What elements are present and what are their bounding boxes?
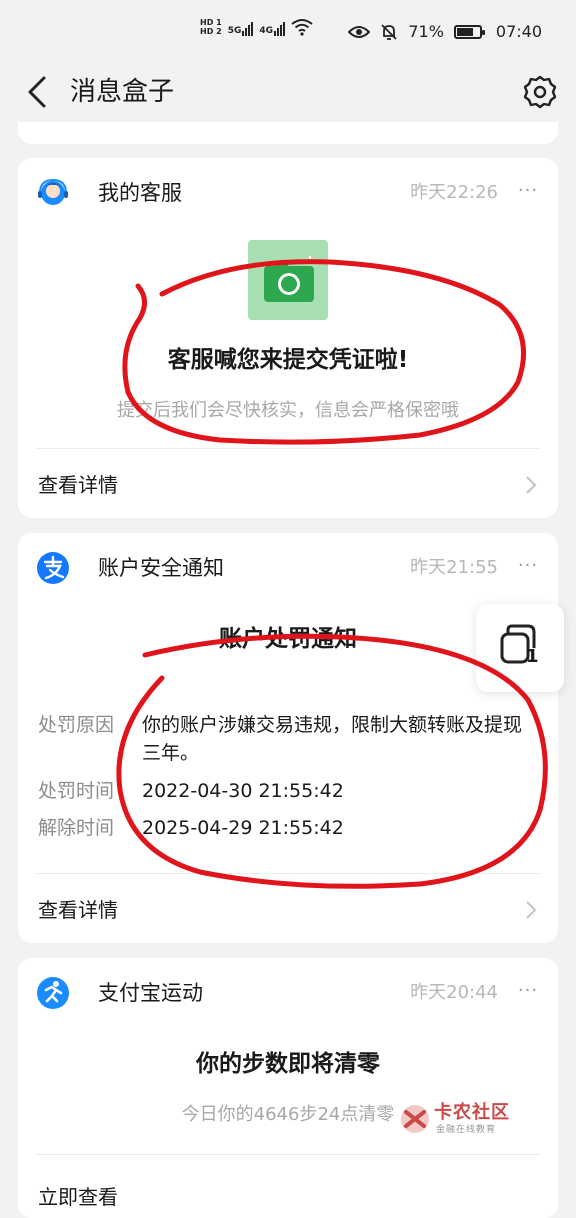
hd1-label: HD 1 bbox=[200, 18, 222, 27]
alipay-sports-card[interactable]: 支付宝运动 昨天20:44 ··· 你的步数即将清零 今日你的4646步24点清… bbox=[18, 958, 558, 1218]
penalty-reason-row: 处罚原因 你的账户涉嫌交易违规，限制大额转账及提现三年。 bbox=[38, 711, 538, 771]
divider bbox=[36, 1154, 540, 1155]
back-icon[interactable] bbox=[24, 74, 54, 110]
watermark-title: 卡农社区 bbox=[434, 1102, 510, 1123]
chevron-right-icon bbox=[526, 476, 537, 494]
battery-icon bbox=[453, 24, 485, 39]
net2-label: 4G bbox=[259, 26, 273, 36]
card-time: 昨天21:55 bbox=[410, 557, 498, 578]
more-icon[interactable]: ··· bbox=[516, 551, 540, 585]
customer-service-icon bbox=[38, 178, 68, 205]
view-details-label: 查看详情 bbox=[38, 898, 118, 922]
card-app-name: 账户安全通知 bbox=[98, 556, 224, 580]
row-key: 解除时间 bbox=[38, 817, 115, 839]
floating-window-button[interactable]: 1 bbox=[476, 604, 564, 692]
penalty-time-row: 处罚时间 2022-04-30 21:55:42 bbox=[38, 777, 538, 807]
watermark-logo-icon bbox=[401, 1105, 429, 1133]
alipay-icon bbox=[37, 552, 69, 584]
view-now-button[interactable]: 立即查看 bbox=[18, 1162, 558, 1218]
camera-icon bbox=[248, 240, 328, 320]
card-header: 我的客服 昨天22:26 ··· bbox=[36, 176, 540, 210]
row-value: 2022-04-30 21:55:42 bbox=[142, 780, 344, 802]
customer-service-card[interactable]: 我的客服 昨天22:26 ··· 客服喊您来提交凭证啦! 提交后我们会尽快核实，… bbox=[18, 158, 558, 518]
watermark-subtitle: 金融在线教育 bbox=[436, 1125, 497, 1135]
wifi-icon bbox=[291, 19, 313, 36]
sim-indicators: HD 1 HD 2 5G 4G bbox=[200, 18, 313, 36]
more-icon[interactable]: ··· bbox=[516, 176, 540, 210]
hd-indicator: HD 1 HD 2 bbox=[200, 18, 222, 36]
row-value: 你的账户涉嫌交易违规，限制大额转账及提现三年。 bbox=[142, 714, 523, 764]
card-title: 你的步数即将清零 bbox=[196, 1051, 380, 1077]
hd2-label: HD 2 bbox=[200, 27, 222, 36]
account-security-card[interactable]: 账户安全通知 昨天21:55 ··· 账户处罚通知 处罚原因 你的账户涉嫌交易违… bbox=[18, 533, 558, 943]
card-app-name: 支付宝运动 bbox=[98, 981, 203, 1005]
signal-5g-icon: 5G bbox=[228, 18, 254, 36]
status-right: 71% 07:40 bbox=[348, 22, 542, 41]
view-now-label: 立即查看 bbox=[38, 1185, 118, 1209]
battery-percent: 71% bbox=[408, 22, 444, 41]
view-details-button[interactable]: 查看详情 bbox=[18, 875, 558, 943]
window-count: 1 bbox=[526, 646, 539, 667]
card-time: 昨天22:26 bbox=[410, 182, 498, 203]
card-app-name: 我的客服 bbox=[98, 181, 182, 205]
chevron-right-icon bbox=[526, 901, 537, 919]
card-title: 客服喊您来提交凭证啦! bbox=[167, 347, 409, 373]
eye-icon bbox=[348, 25, 371, 38]
signal-4g-icon: 4G bbox=[259, 18, 285, 36]
divider bbox=[36, 873, 540, 874]
page-title: 消息盒子 bbox=[70, 77, 175, 107]
clock: 07:40 bbox=[495, 22, 542, 41]
multi-window-icon bbox=[500, 624, 536, 664]
view-details-label: 查看详情 bbox=[38, 473, 118, 497]
watermark: 卡农社区 金融在线教育 bbox=[398, 1098, 558, 1140]
view-details-button[interactable]: 查看详情 bbox=[18, 450, 558, 518]
row-key: 处罚原因 bbox=[38, 714, 115, 736]
release-time-row: 解除时间 2025-04-29 21:55:42 bbox=[38, 814, 538, 844]
card-header: 支付宝运动 昨天20:44 ··· bbox=[36, 976, 540, 1010]
card-subtitle: 提交后我们会尽快核实，信息会严格保密哦 bbox=[117, 400, 459, 421]
top-bar: 消息盒子 bbox=[0, 64, 576, 122]
divider bbox=[36, 448, 540, 449]
net1-label: 5G bbox=[227, 26, 242, 36]
mute-bell-icon bbox=[381, 23, 397, 40]
card-time: 昨天20:44 bbox=[410, 982, 498, 1003]
running-icon bbox=[37, 977, 69, 1009]
row-key: 处罚时间 bbox=[38, 780, 115, 802]
gear-icon[interactable] bbox=[522, 74, 558, 110]
row-value: 2025-04-29 21:55:42 bbox=[142, 817, 344, 839]
status-bar: HD 1 HD 2 5G 4G 71% 07:40 bbox=[0, 0, 576, 64]
more-icon[interactable]: ··· bbox=[516, 976, 540, 1010]
card-header: 账户安全通知 昨天21:55 ··· bbox=[36, 551, 540, 585]
